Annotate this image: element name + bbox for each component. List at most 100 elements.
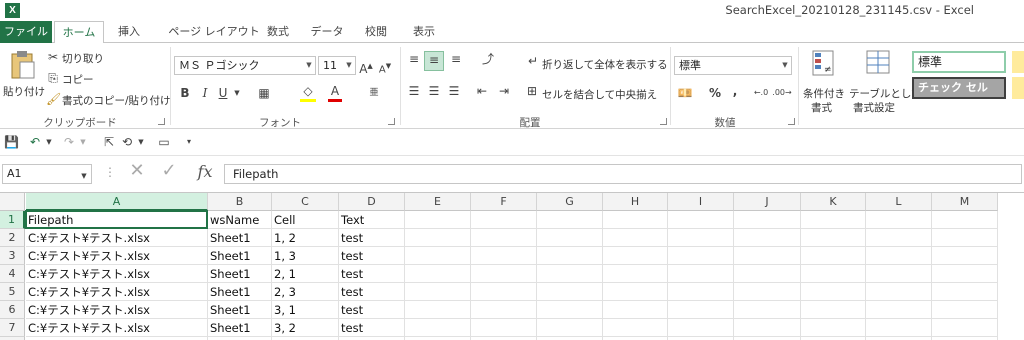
cell-j3[interactable] <box>734 247 801 265</box>
orientation-icon[interactable]: ⤴ <box>478 51 498 67</box>
cell-k1[interactable] <box>801 211 866 229</box>
paste-button[interactable]: 貼り付け <box>2 47 45 107</box>
lasso-icon[interactable]: ⟲ <box>120 134 134 150</box>
cell-f7[interactable] <box>471 319 537 337</box>
undo-icon[interactable]: ↶ <box>28 134 42 150</box>
column-header-e[interactable]: E <box>405 193 471 211</box>
cell-j5[interactable] <box>734 283 801 301</box>
select-all-corner[interactable] <box>0 193 25 211</box>
cell-d7[interactable]: test <box>339 319 405 337</box>
cell-k3[interactable] <box>801 247 866 265</box>
italic-button[interactable]: I <box>198 85 212 101</box>
cell-a5[interactable]: C:¥テスト¥テスト.xlsx <box>26 283 208 301</box>
tab-file[interactable]: ファイル <box>0 21 52 43</box>
number-launcher[interactable] <box>788 118 795 125</box>
cell-g7[interactable] <box>537 319 603 337</box>
tab-home[interactable]: ホーム <box>54 21 104 44</box>
copy-button[interactable]: コピー <box>62 72 94 87</box>
cell-j2[interactable] <box>734 229 801 247</box>
column-header-j[interactable]: J <box>734 193 801 211</box>
cell-k2[interactable] <box>801 229 866 247</box>
cell-g3[interactable] <box>537 247 603 265</box>
increase-indent-icon[interactable]: ⇥ <box>496 83 512 99</box>
customize-qat-icon[interactable]: ▾ <box>184 134 194 150</box>
cell-i4[interactable] <box>668 265 734 283</box>
cell-c4[interactable]: 2, 1 <box>272 265 339 283</box>
cell-d2[interactable]: test <box>339 229 405 247</box>
conditional-formatting-button[interactable]: ≠ 条件付き 書式 <box>802 47 846 114</box>
row-header-2[interactable]: 2 <box>0 229 25 247</box>
cell-d5[interactable]: test <box>339 283 405 301</box>
cell-b7[interactable]: Sheet1 <box>208 319 272 337</box>
column-header-b[interactable]: B <box>208 193 272 211</box>
tab-data[interactable]: データ <box>302 21 352 43</box>
cell-m6[interactable] <box>932 301 998 319</box>
merge-center-button[interactable]: セルを結合して中央揃え <box>542 87 657 102</box>
cell-k5[interactable] <box>801 283 866 301</box>
cell-j4[interactable] <box>734 265 801 283</box>
align-middle-icon[interactable]: ≡ <box>424 51 444 71</box>
save-icon[interactable]: 💾 <box>4 134 19 150</box>
cell-i1[interactable] <box>668 211 734 229</box>
style-note[interactable] <box>1012 77 1024 99</box>
cell-j7[interactable] <box>734 319 801 337</box>
cell-l7[interactable] <box>866 319 932 337</box>
align-center-icon[interactable]: ☰ <box>426 83 442 99</box>
row-header-7[interactable]: 7 <box>0 319 25 337</box>
phonetic-icon[interactable]: 亜 <box>366 85 382 101</box>
cell-l6[interactable] <box>866 301 932 319</box>
cell-m2[interactable] <box>932 229 998 247</box>
cell-m4[interactable] <box>932 265 998 283</box>
cell-b2[interactable]: Sheet1 <box>208 229 272 247</box>
cell-m1[interactable] <box>932 211 998 229</box>
cell-h6[interactable] <box>603 301 668 319</box>
cell-b4[interactable]: Sheet1 <box>208 265 272 283</box>
cell-e2[interactable] <box>405 229 471 247</box>
font-color-icon[interactable]: A <box>328 83 342 102</box>
cell-b3[interactable]: Sheet1 <box>208 247 272 265</box>
cell-e1[interactable] <box>405 211 471 229</box>
comma-button[interactable]: , <box>728 83 742 99</box>
cell-j6[interactable] <box>734 301 801 319</box>
format-painter-button[interactable]: 書式のコピー/貼り付け <box>62 93 171 108</box>
cell-a4[interactable]: C:¥テスト¥テスト.xlsx <box>26 265 208 283</box>
column-header-m[interactable]: M <box>932 193 998 211</box>
decrease-decimal-icon[interactable]: .00→ <box>772 85 792 101</box>
cell-a7[interactable]: C:¥テスト¥テスト.xlsx <box>26 319 208 337</box>
cell-c1[interactable]: Cell <box>272 211 339 229</box>
chevron-down-icon[interactable]: ▼ <box>44 134 54 150</box>
cell-b1[interactable]: wsName <box>208 211 272 229</box>
cell-d3[interactable]: test <box>339 247 405 265</box>
style-neutral[interactable] <box>1012 51 1024 73</box>
cell-b6[interactable]: Sheet1 <box>208 301 272 319</box>
enter-icon[interactable]: ✓ <box>160 162 178 180</box>
redo-icon[interactable]: ↷ <box>62 134 76 150</box>
row-header-1[interactable]: 1 <box>0 211 25 229</box>
cell-e6[interactable] <box>405 301 471 319</box>
increase-decimal-icon[interactable]: ←.0 <box>752 85 770 101</box>
cell-e4[interactable] <box>405 265 471 283</box>
cell-c7[interactable]: 3, 2 <box>272 319 339 337</box>
percent-button[interactable]: % <box>708 85 722 101</box>
cell-c2[interactable]: 1, 2 <box>272 229 339 247</box>
cell-a3[interactable]: C:¥テスト¥テスト.xlsx <box>26 247 208 265</box>
font-launcher[interactable] <box>388 118 395 125</box>
cell-d1[interactable]: Text <box>339 211 405 229</box>
borders-icon[interactable]: ▦ <box>256 85 272 101</box>
cell-m3[interactable] <box>932 247 998 265</box>
cell-f5[interactable] <box>471 283 537 301</box>
align-top-icon[interactable]: ≡ <box>406 51 422 67</box>
row-header-5[interactable]: 5 <box>0 283 25 301</box>
cell-g2[interactable] <box>537 229 603 247</box>
cell-h4[interactable] <box>603 265 668 283</box>
align-bottom-icon[interactable]: ≡ <box>448 51 464 67</box>
cell-m7[interactable] <box>932 319 998 337</box>
cell-f4[interactable] <box>471 265 537 283</box>
cell-a6[interactable]: C:¥テスト¥テスト.xlsx <box>26 301 208 319</box>
tab-view[interactable]: 表示 <box>402 21 446 43</box>
cell-a2[interactable]: C:¥テスト¥テスト.xlsx <box>26 229 208 247</box>
cell-c3[interactable]: 1, 3 <box>272 247 339 265</box>
column-header-d[interactable]: D <box>339 193 405 211</box>
tab-page-layout[interactable]: ページ レイアウト <box>155 21 273 43</box>
style-check-cell[interactable]: チェック セル <box>912 77 1006 99</box>
